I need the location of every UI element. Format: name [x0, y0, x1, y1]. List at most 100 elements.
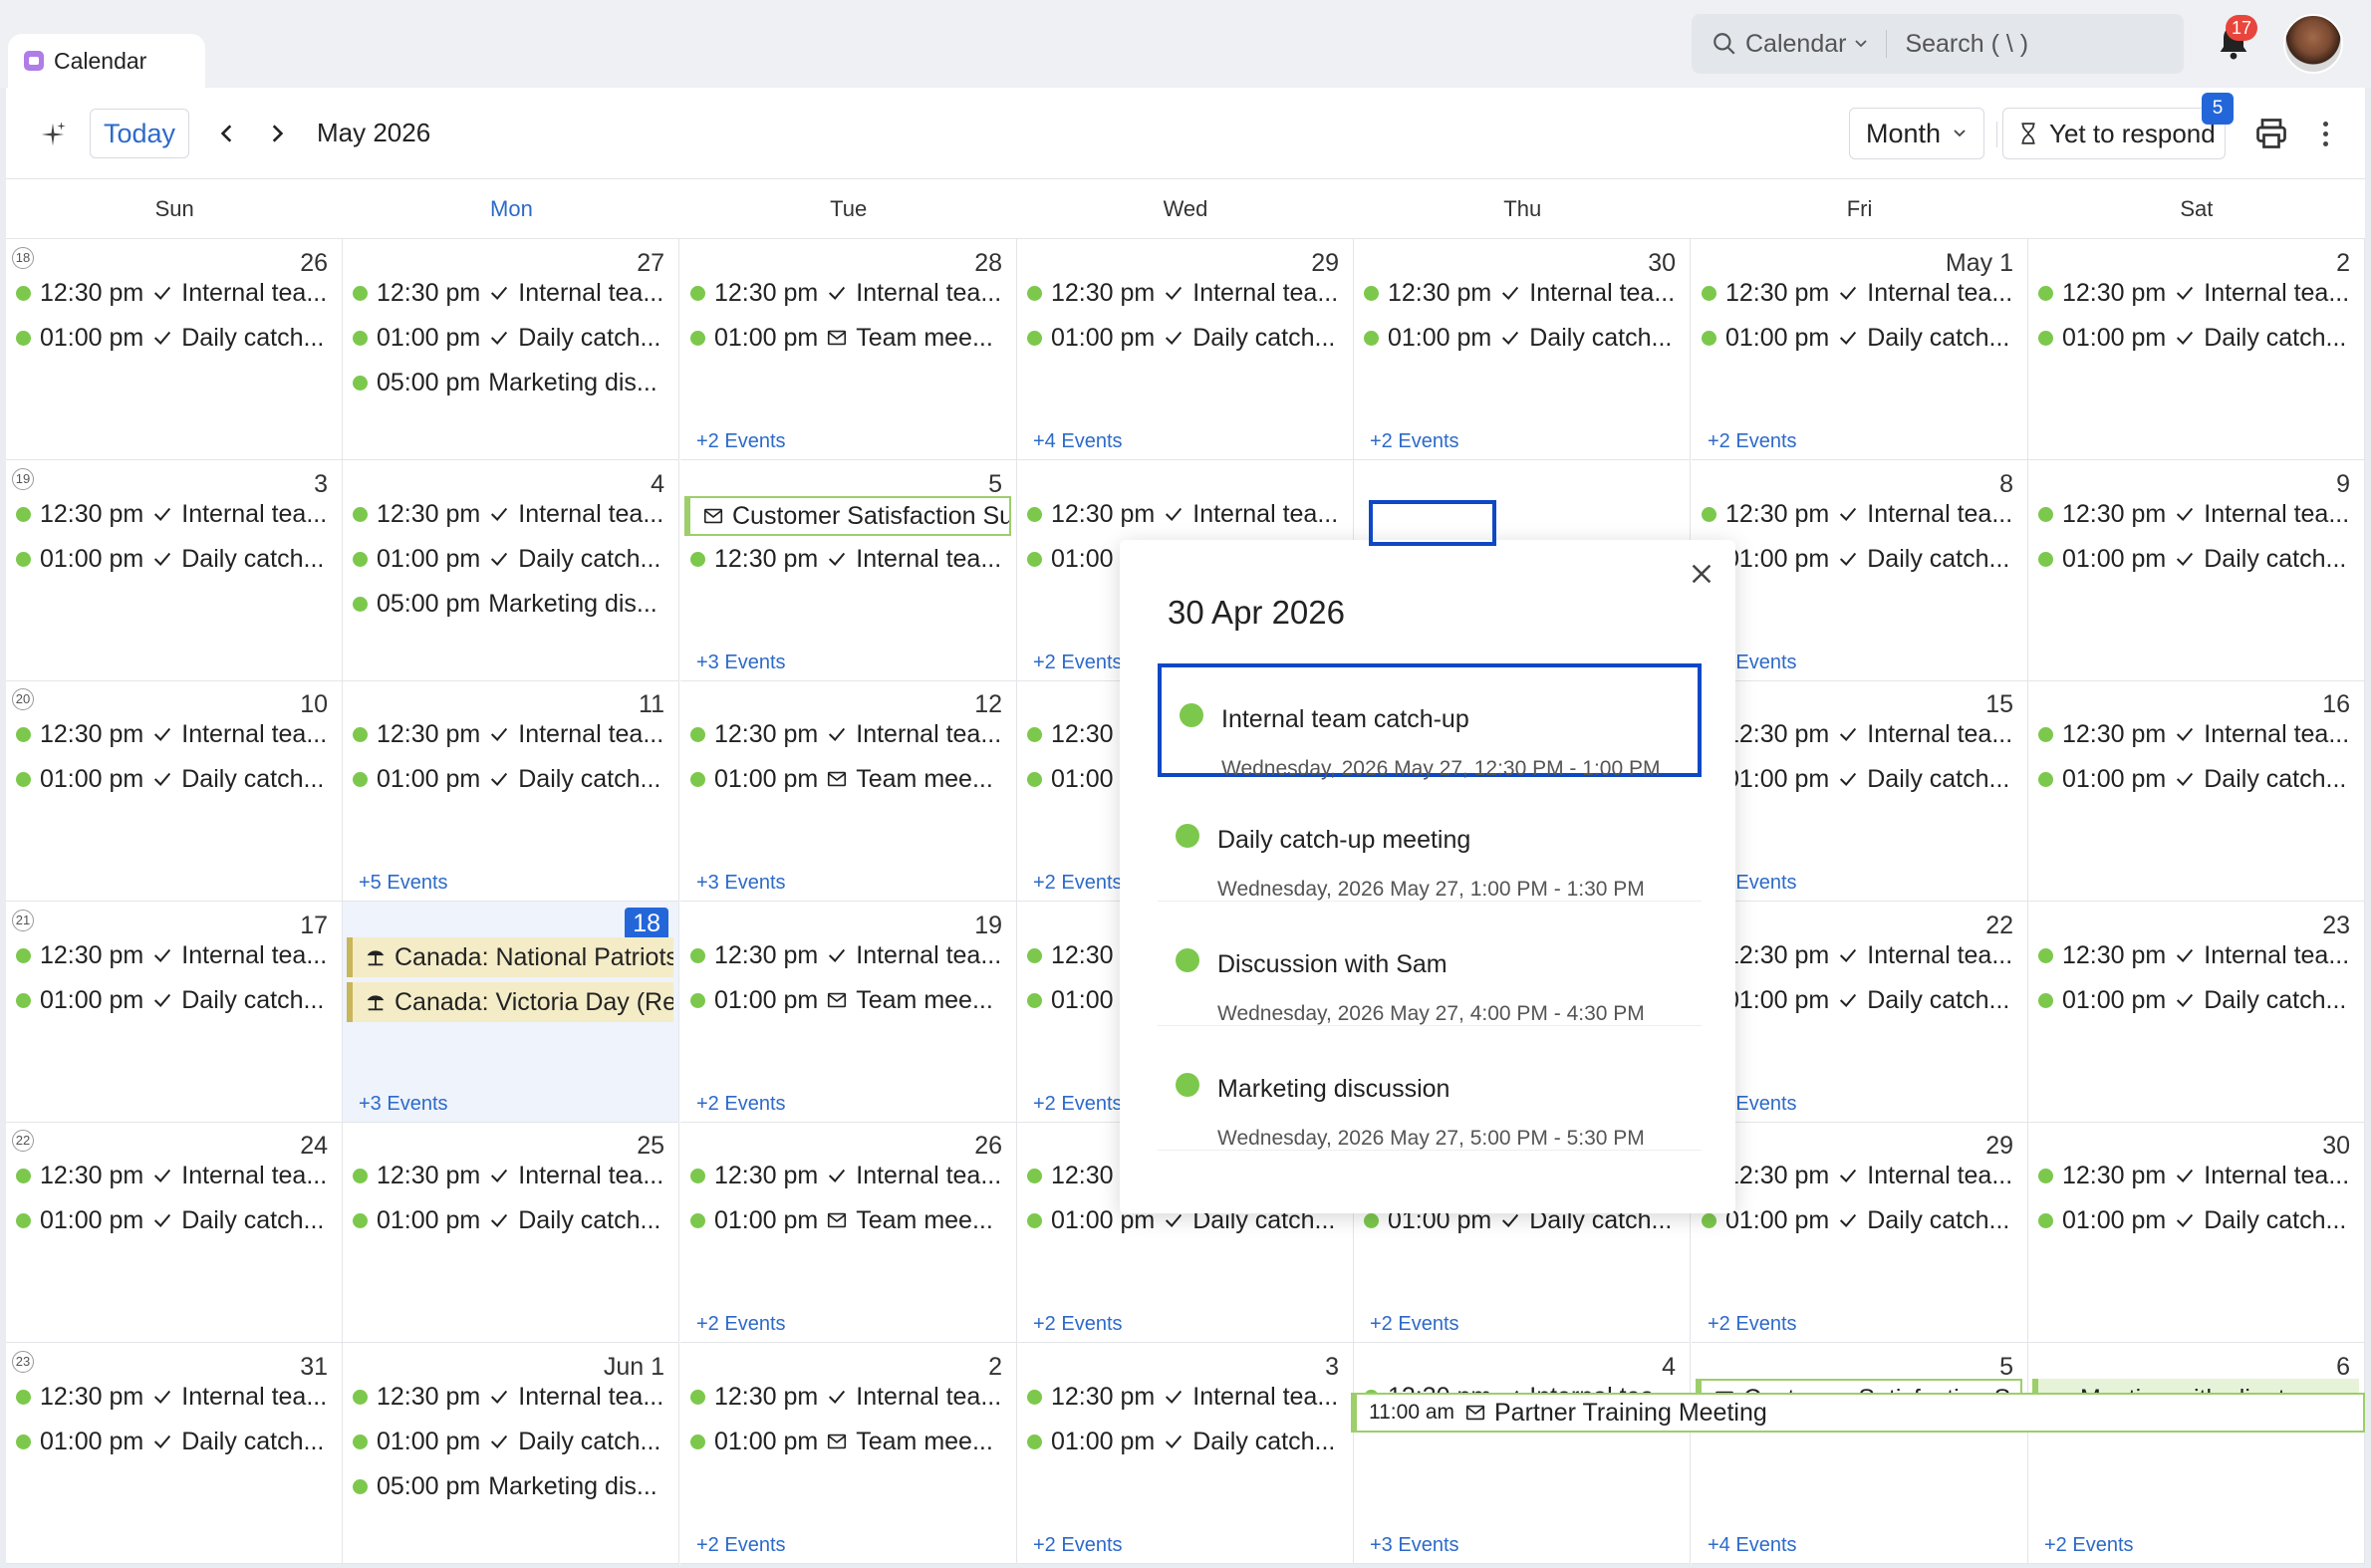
more-events-link[interactable]: +2 Events [1033, 872, 1123, 895]
all-day-event[interactable]: Customer Satisfaction Su [684, 496, 1011, 536]
day-cell[interactable]: 4 12:30 pm Internal tea... 01:00 pm Daily ca… [343, 460, 679, 681]
more-events-link[interactable]: +2 Events [2044, 1534, 2134, 1557]
event-item[interactable]: 01:00 pm Daily catch... [2038, 982, 2359, 1018]
day-number[interactable]: 23 [2322, 912, 2350, 940]
event-item[interactable]: 01:00 pm Daily catch... [1702, 982, 2022, 1018]
day-cell[interactable]: 27 12:30 pm Internal tea... 01:00 pm Daily c… [343, 239, 679, 460]
event-item[interactable]: 12:30 pm Internal tea... [1702, 716, 2022, 752]
day-cell[interactable]: 412:30 pmInternal tea...+3 Events [1354, 1343, 1691, 1564]
event-item[interactable]: 01:00 pm Daily catch... [1702, 761, 2022, 797]
event-item[interactable]: 05:00 pm Marketing dis... [353, 1468, 673, 1504]
more-events-link[interactable]: +2 Events [696, 1534, 786, 1557]
event-item[interactable]: 12:30 pm Internal tea... [16, 937, 337, 973]
day-cell[interactable]: 25 12:30 pm Internal tea... 01:00 pm Daily c… [343, 1122, 679, 1343]
event-item[interactable]: 01:00 pm Daily catch... [2038, 320, 2359, 356]
view-selector[interactable]: Month [1849, 108, 1984, 159]
day-number[interactable]: 12 [974, 690, 1002, 719]
day-number[interactable]: 11 [639, 690, 664, 719]
day-cell[interactable]: 11 12:30 pm Internal tea... 01:00 pm Daily c… [343, 680, 679, 902]
event-item[interactable]: 12:30 pm Internal tea... [1702, 1158, 2022, 1193]
day-cell[interactable]: 16 12:30 pm Internal tea... 01:00 pm Daily c… [2028, 680, 2365, 902]
day-cell[interactable]: 28 12:30 pm Internal tea... 01:00 pm Team me… [680, 239, 1017, 460]
day-cell[interactable]: 8 12:30 pm Internal tea... 01:00 pm Daily ca… [1692, 460, 2028, 681]
day-number[interactable]: 24 [300, 1132, 328, 1161]
day-number[interactable]: 10 [300, 690, 328, 719]
event-item[interactable]: 12:30 pm Internal tea... [690, 1158, 1011, 1193]
event-item[interactable]: 12:30 pm Internal tea... [16, 275, 337, 311]
search-bar[interactable]: Calendar Search ( \ ) [1692, 14, 2184, 74]
day-cell[interactable]: 19 12:30 pm Internal tea... 01:00 pm Team me… [680, 902, 1017, 1123]
week-number[interactable]: 21 [12, 910, 34, 931]
day-cell[interactable]: 2 12:30 pm Internal tea... 01:00 pm Daily ca… [2028, 239, 2365, 460]
event-item[interactable]: 12:30 pm Internal tea... [1702, 937, 2022, 973]
more-events-link[interactable]: +4 Events [1033, 430, 1123, 453]
event-item[interactable]: 12:30 pm Internal tea... [353, 1158, 673, 1193]
all-day-event[interactable]: Canada: National Patriots [347, 937, 673, 977]
day-number[interactable]: 31 [300, 1353, 328, 1382]
day-number[interactable]: 5 [1999, 1353, 2013, 1382]
day-number[interactable]: 8 [1999, 470, 2013, 499]
more-events-link[interactable]: +2 Events [1033, 1534, 1123, 1557]
day-number[interactable]: 17 [300, 912, 328, 940]
search-scope-label[interactable]: Calendar [1745, 30, 1846, 59]
event-item[interactable]: 01:00 pm Team mee... [690, 1202, 1011, 1238]
event-item[interactable]: 12:30 pm Internal tea... [1364, 275, 1685, 311]
avatar[interactable] [2283, 14, 2343, 74]
event-item[interactable]: 05:00 pm Marketing dis... [353, 365, 673, 400]
day-cell[interactable]: 23 31 12:30 pm Internal tea... 01:00 pm Daily… [6, 1343, 343, 1564]
popover-event-item[interactable]: Marketing discussion Wednesday, 2026 May … [1158, 1037, 1702, 1151]
day-number[interactable]: 19 [974, 912, 1002, 940]
day-cell[interactable]: 29 12:30 pm Internal tea... 01:00 pm Daily c… [1017, 239, 1354, 460]
event-item[interactable]: 12:30 pm Internal tea... [1027, 275, 1348, 311]
event-item[interactable]: 01:00 pm Daily catch... [2038, 1202, 2359, 1238]
day-cell[interactable]: 19 3 12:30 pm Internal tea... 01:00 pm Daily … [6, 460, 343, 681]
print-icon[interactable] [2253, 116, 2289, 151]
event-item[interactable]: 12:30 pm Internal tea... [2038, 1158, 2359, 1193]
event-item[interactable]: 12:30 pm Internal tea... [353, 1379, 673, 1415]
event-item[interactable]: 01:00 pm Daily catch... [1027, 320, 1348, 356]
day-cell[interactable]: 23 12:30 pm Internal tea... 01:00 pm Daily c… [2028, 902, 2365, 1123]
event-item[interactable]: 12:30 pm Internal tea... [1702, 496, 2022, 532]
day-number[interactable]: 4 [651, 470, 664, 499]
day-number[interactable]: 30 [1648, 249, 1676, 278]
event-item[interactable]: 12:30 pm Internal tea... [690, 937, 1011, 973]
event-item[interactable]: 12:30 pm Internal tea... [690, 1379, 1011, 1415]
day-cell[interactable]: 20 10 12:30 pm Internal tea... 01:00 pm Daily… [6, 680, 343, 902]
event-item[interactable]: 01:00 pm Team mee... [690, 1424, 1011, 1459]
more-events-link[interactable]: +2 Events [696, 1313, 786, 1336]
event-item[interactable]: 12:30 pm Internal tea... [16, 1158, 337, 1193]
day-number[interactable]: 3 [1325, 1353, 1339, 1382]
day-number[interactable]: May 1 [1946, 249, 2013, 278]
event-item[interactable]: 12:30 pm Internal tea... [16, 1379, 337, 1415]
event-item[interactable]: 01:00 pm Team mee... [690, 761, 1011, 797]
chevron-down-icon[interactable] [1854, 37, 1868, 51]
day-cell[interactable]: 30 12:30 pm Internal tea... 01:00 pm Daily c… [2028, 1122, 2365, 1343]
event-item[interactable]: 12:30 pm Internal tea... [353, 496, 673, 532]
event-item[interactable]: 01:00 pm Daily catch... [353, 320, 673, 356]
event-item[interactable]: 01:00 pm Daily catch... [16, 1424, 337, 1459]
event-item[interactable]: 12:30 pm Internal tea... [2038, 496, 2359, 532]
day-cell[interactable]: 21 17 12:30 pm Internal tea... 01:00 pm Daily… [6, 902, 343, 1123]
day-number[interactable]: 5 [988, 470, 1002, 499]
more-events-link[interactable]: +3 Events [359, 1093, 448, 1116]
event-item[interactable]: 01:00 pm Daily catch... [2038, 761, 2359, 797]
day-number[interactable]: 28 [974, 249, 1002, 278]
today-button[interactable]: Today [90, 109, 189, 158]
event-item[interactable]: 12:30 pm Internal tea... [690, 716, 1011, 752]
event-item[interactable]: 01:00 pm Daily catch... [2038, 541, 2359, 577]
event-item[interactable]: 12:30 pm Internal tea... [2038, 275, 2359, 311]
sparkle-icon[interactable] [36, 118, 70, 151]
event-item[interactable]: 01:00 pm Daily catch... [16, 541, 337, 577]
day-number[interactable]: 3 [314, 470, 328, 499]
event-item[interactable]: 12:30 pm Internal tea... [353, 716, 673, 752]
day-cell[interactable]: 5 Customer Satisfaction Su 12:30 pm Interna… [680, 460, 1017, 681]
day-number[interactable]: 26 [300, 249, 328, 278]
yet-to-respond-filter[interactable]: Yet to respond [2002, 108, 2226, 159]
day-cell[interactable]: 29 12:30 pm Internal tea... 01:00 pm Daily c… [1692, 1122, 2028, 1343]
day-cell[interactable]: 18 26 12:30 pm Internal tea... 01:00 pm Daily… [6, 239, 343, 460]
more-options-icon[interactable] [2313, 114, 2337, 153]
event-item[interactable]: 12:30 pm Internal tea... [16, 716, 337, 752]
week-number[interactable]: 20 [12, 688, 34, 710]
event-item[interactable]: 12:30 pm Internal tea... [353, 275, 673, 311]
more-events-link[interactable]: +2 Events [1370, 430, 1459, 453]
